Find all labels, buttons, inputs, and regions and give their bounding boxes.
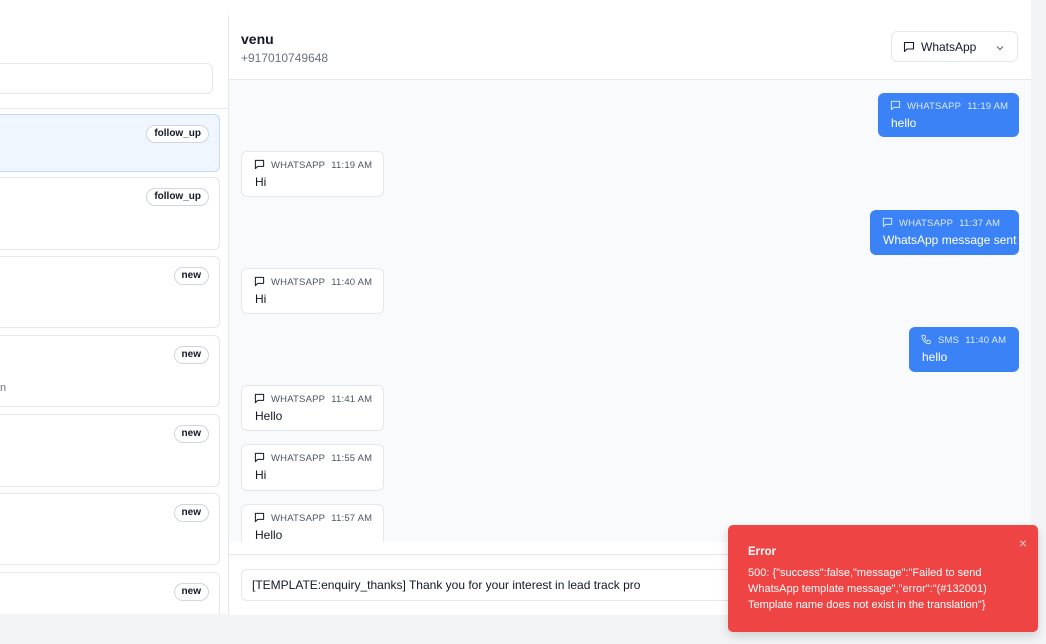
message-text: hello [922,350,948,364]
lead-search-input[interactable] [0,63,213,94]
message-input[interactable]: [TEMPLATE:enquiry_thanks] Thank you for … [241,569,761,601]
lead-card[interactable]: follow_up [0,114,220,172]
status-badge: follow_up [146,188,209,206]
status-badge: new [173,267,209,285]
message-time: 11:57 AM [331,513,373,524]
toast-title: Error [748,546,777,558]
lead-card[interactable]: new n [0,335,220,407]
channel-select[interactable]: WhatsApp [891,31,1018,62]
message-time: 11:37 AM [959,218,1001,229]
message-thread[interactable]: WHATSAPP 11:19 AM hello WHATSAPP 11:19 AM … [229,80,1031,542]
message-square-icon [254,393,271,405]
chat-header: venu +917010749648 WhatsApp [229,15,1031,80]
message-square-icon [882,217,899,229]
message-square-icon [254,159,271,171]
message-text: Hello [255,409,283,423]
message-time: 11:55 AM [331,453,373,464]
status-badge: new [173,583,209,601]
message-channel: WHATSAPP [271,453,326,464]
lead-card-text: n [0,382,7,394]
message-channel: WHATSAPP [271,277,326,288]
lead-card[interactable]: new [0,572,220,614]
chevron-down-icon [995,42,1005,56]
message-text: Hello [255,528,283,542]
lead-card[interactable]: new [0,256,220,328]
message-channel: WHATSAPP [907,101,962,112]
message-time: 11:40 AM [965,335,1007,346]
close-icon[interactable]: × [1019,535,1027,551]
channel-select-label: WhatsApp [921,40,977,54]
message-text: hello [891,116,917,130]
status-badge: new [173,346,209,364]
message-channel: WHATSAPP [899,218,954,229]
message-text: WhatsApp message sent [883,233,1017,247]
message-bubble-outgoing: WHATSAPP 11:19 AM hello [878,93,1019,137]
message-bubble-incoming: WHATSAPP 11:40 AM Hi [241,268,384,314]
app-window: follow_up follow_up new new n new new ne… [0,0,1031,615]
status-badge: new [173,504,209,522]
message-channel: WHATSAPP [271,394,326,405]
message-bubble-outgoing: WHATSAPP 11:37 AM WhatsApp message sent [870,210,1019,255]
phone-icon [921,334,938,346]
message-text: Hi [255,468,267,482]
contact-phone: +917010749648 [241,51,329,65]
lead-card[interactable]: new [0,414,220,487]
message-time: 11:40 AM [331,277,373,288]
message-bubble-incoming: WHATSAPP 11:57 AM Hello [241,504,384,542]
toast-message: 500: {"success":false,"message":"Failed … [748,567,987,611]
message-channel: SMS [938,335,960,346]
message-bubble-incoming: WHATSAPP 11:55 AM Hi [241,444,384,491]
message-bubble-outgoing: SMS 11:40 AM hello [909,327,1019,372]
error-toast: × Error 500: {"success":false,"message":… [728,525,1038,632]
message-square-icon [254,276,271,288]
message-channel: WHATSAPP [271,513,326,524]
contact-name: venu [241,31,274,47]
message-bubble-incoming: WHATSAPP 11:19 AM Hi [241,151,384,197]
message-square-icon [903,41,915,56]
status-badge: follow_up [146,125,209,143]
message-time: 11:19 AM [331,160,373,171]
message-text: Hi [255,292,267,306]
message-time: 11:41 AM [331,394,373,405]
message-square-icon [254,512,271,524]
lead-card[interactable]: new [0,493,220,565]
message-square-icon [890,100,907,112]
lead-list-panel: follow_up follow_up new new n new new ne… [0,15,229,614]
message-time: 11:19 AM [967,101,1009,112]
message-text: Hi [255,175,267,189]
message-bubble-incoming: WHATSAPP 11:41 AM Hello [241,385,384,431]
divider [0,108,228,109]
lead-card[interactable]: follow_up [0,177,220,250]
status-badge: new [173,425,209,443]
message-channel: WHATSAPP [271,160,326,171]
message-square-icon [254,452,271,464]
